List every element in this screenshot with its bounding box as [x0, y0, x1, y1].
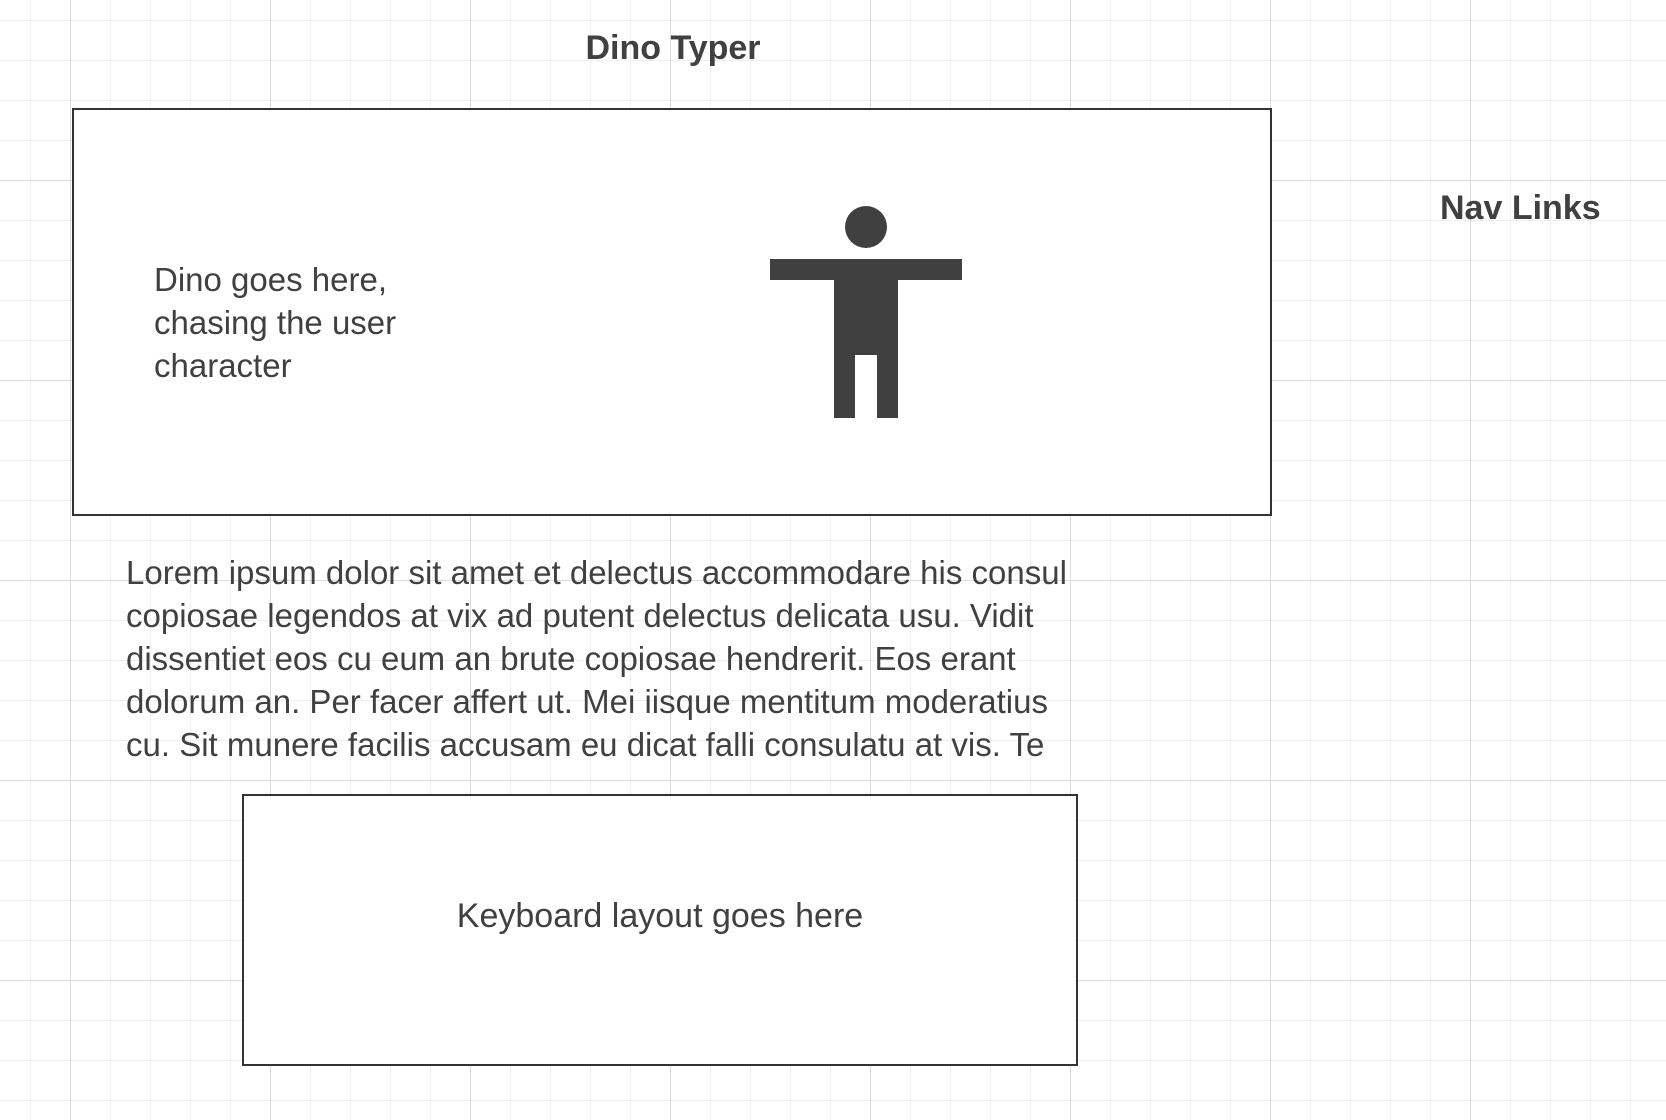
keyboard-area: Keyboard layout goes here — [242, 794, 1078, 1066]
page-title: Dino Typer — [585, 29, 761, 67]
dino-placeholder-line: Dino goes here, — [154, 261, 387, 298]
typing-text: Lorem ipsum dolor sit amet et delectus a… — [126, 551, 1276, 766]
user-character-icon — [770, 206, 962, 418]
user-character-torso — [834, 259, 898, 355]
user-character-right-leg — [877, 346, 898, 418]
dino-placeholder-line: chasing the user — [154, 304, 397, 341]
typing-text-line: copiosae legendos at vix ad putent delec… — [126, 597, 1034, 634]
keyboard-placeholder: Keyboard layout goes here — [456, 897, 864, 935]
typing-text-line: dissentiet eos cu eum an brute copiosae … — [126, 640, 1016, 677]
user-character-left-leg — [834, 346, 855, 418]
typing-text-line: cu. Sit munere facilis accusam eu dicat … — [126, 726, 1045, 763]
typing-text-line: dolorum an. Per facer affert ut. Mei iis… — [126, 683, 1048, 720]
dino-placeholder-line: character — [154, 347, 292, 384]
dino-placeholder: Dino goes here, chasing the user charact… — [154, 258, 474, 387]
game-area: Dino goes here, chasing the user charact… — [72, 108, 1272, 516]
user-character-head — [845, 206, 887, 248]
typing-text-line: Lorem ipsum dolor sit amet et delectus a… — [126, 554, 1067, 591]
nav-links[interactable]: Nav Links — [1440, 186, 1666, 230]
